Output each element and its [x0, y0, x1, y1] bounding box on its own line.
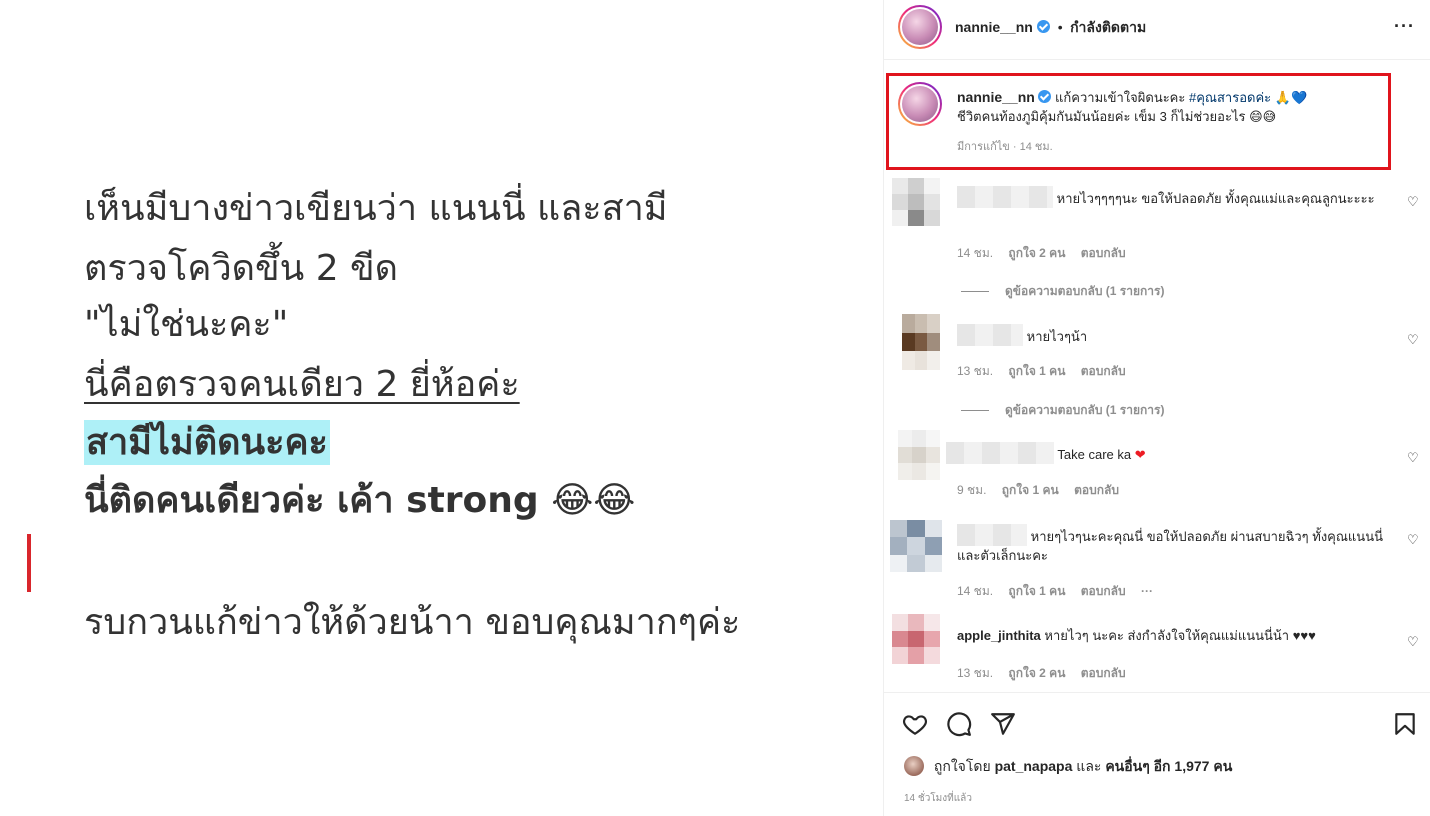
comment-like-icon[interactable]: ♡ [1407, 451, 1419, 464]
caption: nannie__nn แก้ความเข้าใจผิดนะคะ #คุณสารอ… [957, 88, 1357, 157]
comment-username-blurred[interactable] [957, 524, 1027, 546]
image-text-line-4: นี่คือตรวจคนเดียว 2 ยี่ห้อค่ะ [84, 364, 520, 405]
comment-like-icon[interactable]: ♡ [1407, 333, 1419, 346]
comment-time: 14 ชม. [957, 584, 994, 598]
image-text-line-6: นี่ติดคนเดียวค่ะ เค้า strong 😂😂 [84, 480, 636, 521]
post-sidebar: nannie__nn • กำลังติดตาม ··· nannie__nn … [883, 0, 1430, 816]
comment-time: 13 ชม. [957, 364, 994, 378]
comment-like-icon[interactable]: ♡ [1407, 195, 1419, 208]
bookmark-icon[interactable] [1392, 711, 1418, 737]
comment-like-icon[interactable]: ♡ [1407, 635, 1419, 648]
following-button[interactable]: กำลังติดตาม [1070, 19, 1146, 35]
edited-label: มีการแก้ไข [957, 141, 1010, 153]
comment-time: 13 ชม. [957, 666, 994, 680]
comment-icon[interactable] [946, 711, 972, 737]
liker-avatar[interactable] [904, 756, 924, 776]
view-replies-button[interactable]: ดูข้อความตอบกลับ (1 รายการ) [961, 282, 1164, 301]
comment-more-icon[interactable]: ··· [1141, 584, 1153, 598]
verified-icon [1038, 90, 1052, 103]
post-image: เห็นมีบางข่าวเขียนว่า แนนนี่ และสามี ตรว… [0, 0, 883, 816]
comment-username-blurred[interactable] [957, 186, 1053, 208]
comment-username[interactable]: apple_jinthita [957, 628, 1041, 643]
comment-likes[interactable]: ถูกใจ 1 คน [1008, 364, 1065, 378]
liked-by-and: และ [1076, 758, 1102, 774]
separator: • [1057, 19, 1063, 35]
caption-avatar[interactable] [898, 82, 942, 126]
comment-username-blurred[interactable] [946, 442, 1054, 464]
post-time: 14 ชั่วโมงที่แล้ว [904, 793, 972, 804]
post-actions: ถูกใจโดย pat_napapa และ คนอื่นๆ อีก 1,97… [884, 692, 1430, 816]
liked-by-user[interactable]: pat_napapa [995, 758, 1073, 774]
caption-emoji: 🙏💙 [1274, 90, 1308, 105]
reply-button[interactable]: ตอบกลับ [1081, 584, 1126, 598]
reply-button[interactable]: ตอบกลับ [1074, 483, 1119, 497]
comment-text: หายไวๆน้า [1026, 329, 1088, 344]
author-username[interactable]: nannie__nn [955, 19, 1033, 35]
image-text-line-2: ตรวจโควิดขึ้น 2 ขีด [84, 248, 399, 289]
comment-likes[interactable]: ถูกใจ 2 คน [1008, 666, 1065, 680]
comment-avatar[interactable] [892, 178, 940, 226]
author-avatar[interactable] [898, 5, 942, 49]
comment-avatar[interactable] [892, 614, 940, 664]
comment-time: 14 ชม. [957, 246, 994, 260]
share-icon[interactable] [990, 711, 1016, 737]
caption-text-1: แก้ความเข้าใจผิดนะคะ [1055, 90, 1186, 105]
reply-button[interactable]: ตอบกลับ [1081, 364, 1126, 378]
verified-icon [1037, 20, 1051, 33]
post-header: nannie__nn • กำลังติดตาม ··· [884, 0, 1430, 60]
reply-button[interactable]: ตอบกลับ [1081, 246, 1126, 260]
comment-text: หายไวๆๆๆๆนะ ขอให้ปลอดภัย ทั้งคุณแม่และคุ… [1056, 191, 1375, 206]
comment-likes[interactable]: ถูกใจ 1 คน [1002, 483, 1059, 497]
comment-time: 9 ชม. [957, 483, 987, 497]
comment-text: หายไวๆ นะคะ ส่งกำลังใจให้คุณแม่แนนนี่น้า… [1044, 628, 1316, 643]
comment-avatar[interactable] [890, 520, 942, 572]
image-text-line-7: รบกวนแก้ข่าวให้ด้วยน้าา ขอบคุณมากๆค่ะ [84, 602, 741, 643]
likes-summary: ถูกใจโดย pat_napapa และ คนอื่นๆ อีก 1,97… [904, 756, 1232, 778]
heart-emoji: ❤ [1134, 447, 1146, 462]
image-text-line-3: "ไม่ใช่นะคะ" [84, 304, 289, 345]
view-replies-button[interactable]: ดูข้อความตอบกลับ (1 รายการ) [961, 401, 1164, 420]
image-text-line-1: เห็นมีบางข่าวเขียนว่า แนนนี่ และสามี [84, 188, 668, 229]
caption-time: 14 ชม. [1019, 141, 1053, 153]
heart-icon[interactable] [902, 711, 928, 737]
caption-text-2: ชีวิตคนท้องภูมิคุ้มกันมันน้อยค่ะ เข็ม 3 … [957, 109, 1277, 124]
comment-likes[interactable]: ถูกใจ 1 คน [1008, 584, 1065, 598]
red-marker [27, 534, 31, 592]
caption-hashtag[interactable]: #คุณสารอดค่ะ [1189, 90, 1271, 105]
liked-by-others[interactable]: คนอื่นๆ อีก 1,977 คน [1105, 758, 1232, 774]
image-text-line-5: สามีไม่ติดนะคะ [84, 420, 330, 465]
liked-by-prefix: ถูกใจโดย [933, 758, 991, 774]
more-icon[interactable]: ··· [1394, 16, 1415, 37]
comment-likes[interactable]: ถูกใจ 2 คน [1008, 246, 1065, 260]
comment-avatar[interactable] [902, 314, 940, 370]
comment-username-blurred[interactable] [957, 324, 1023, 346]
comment-text: Take care ka [1057, 447, 1132, 462]
caption-username[interactable]: nannie__nn [957, 89, 1035, 105]
reply-button[interactable]: ตอบกลับ [1081, 666, 1126, 680]
comment-avatar[interactable] [898, 430, 940, 480]
comment-like-icon[interactable]: ♡ [1407, 533, 1419, 546]
